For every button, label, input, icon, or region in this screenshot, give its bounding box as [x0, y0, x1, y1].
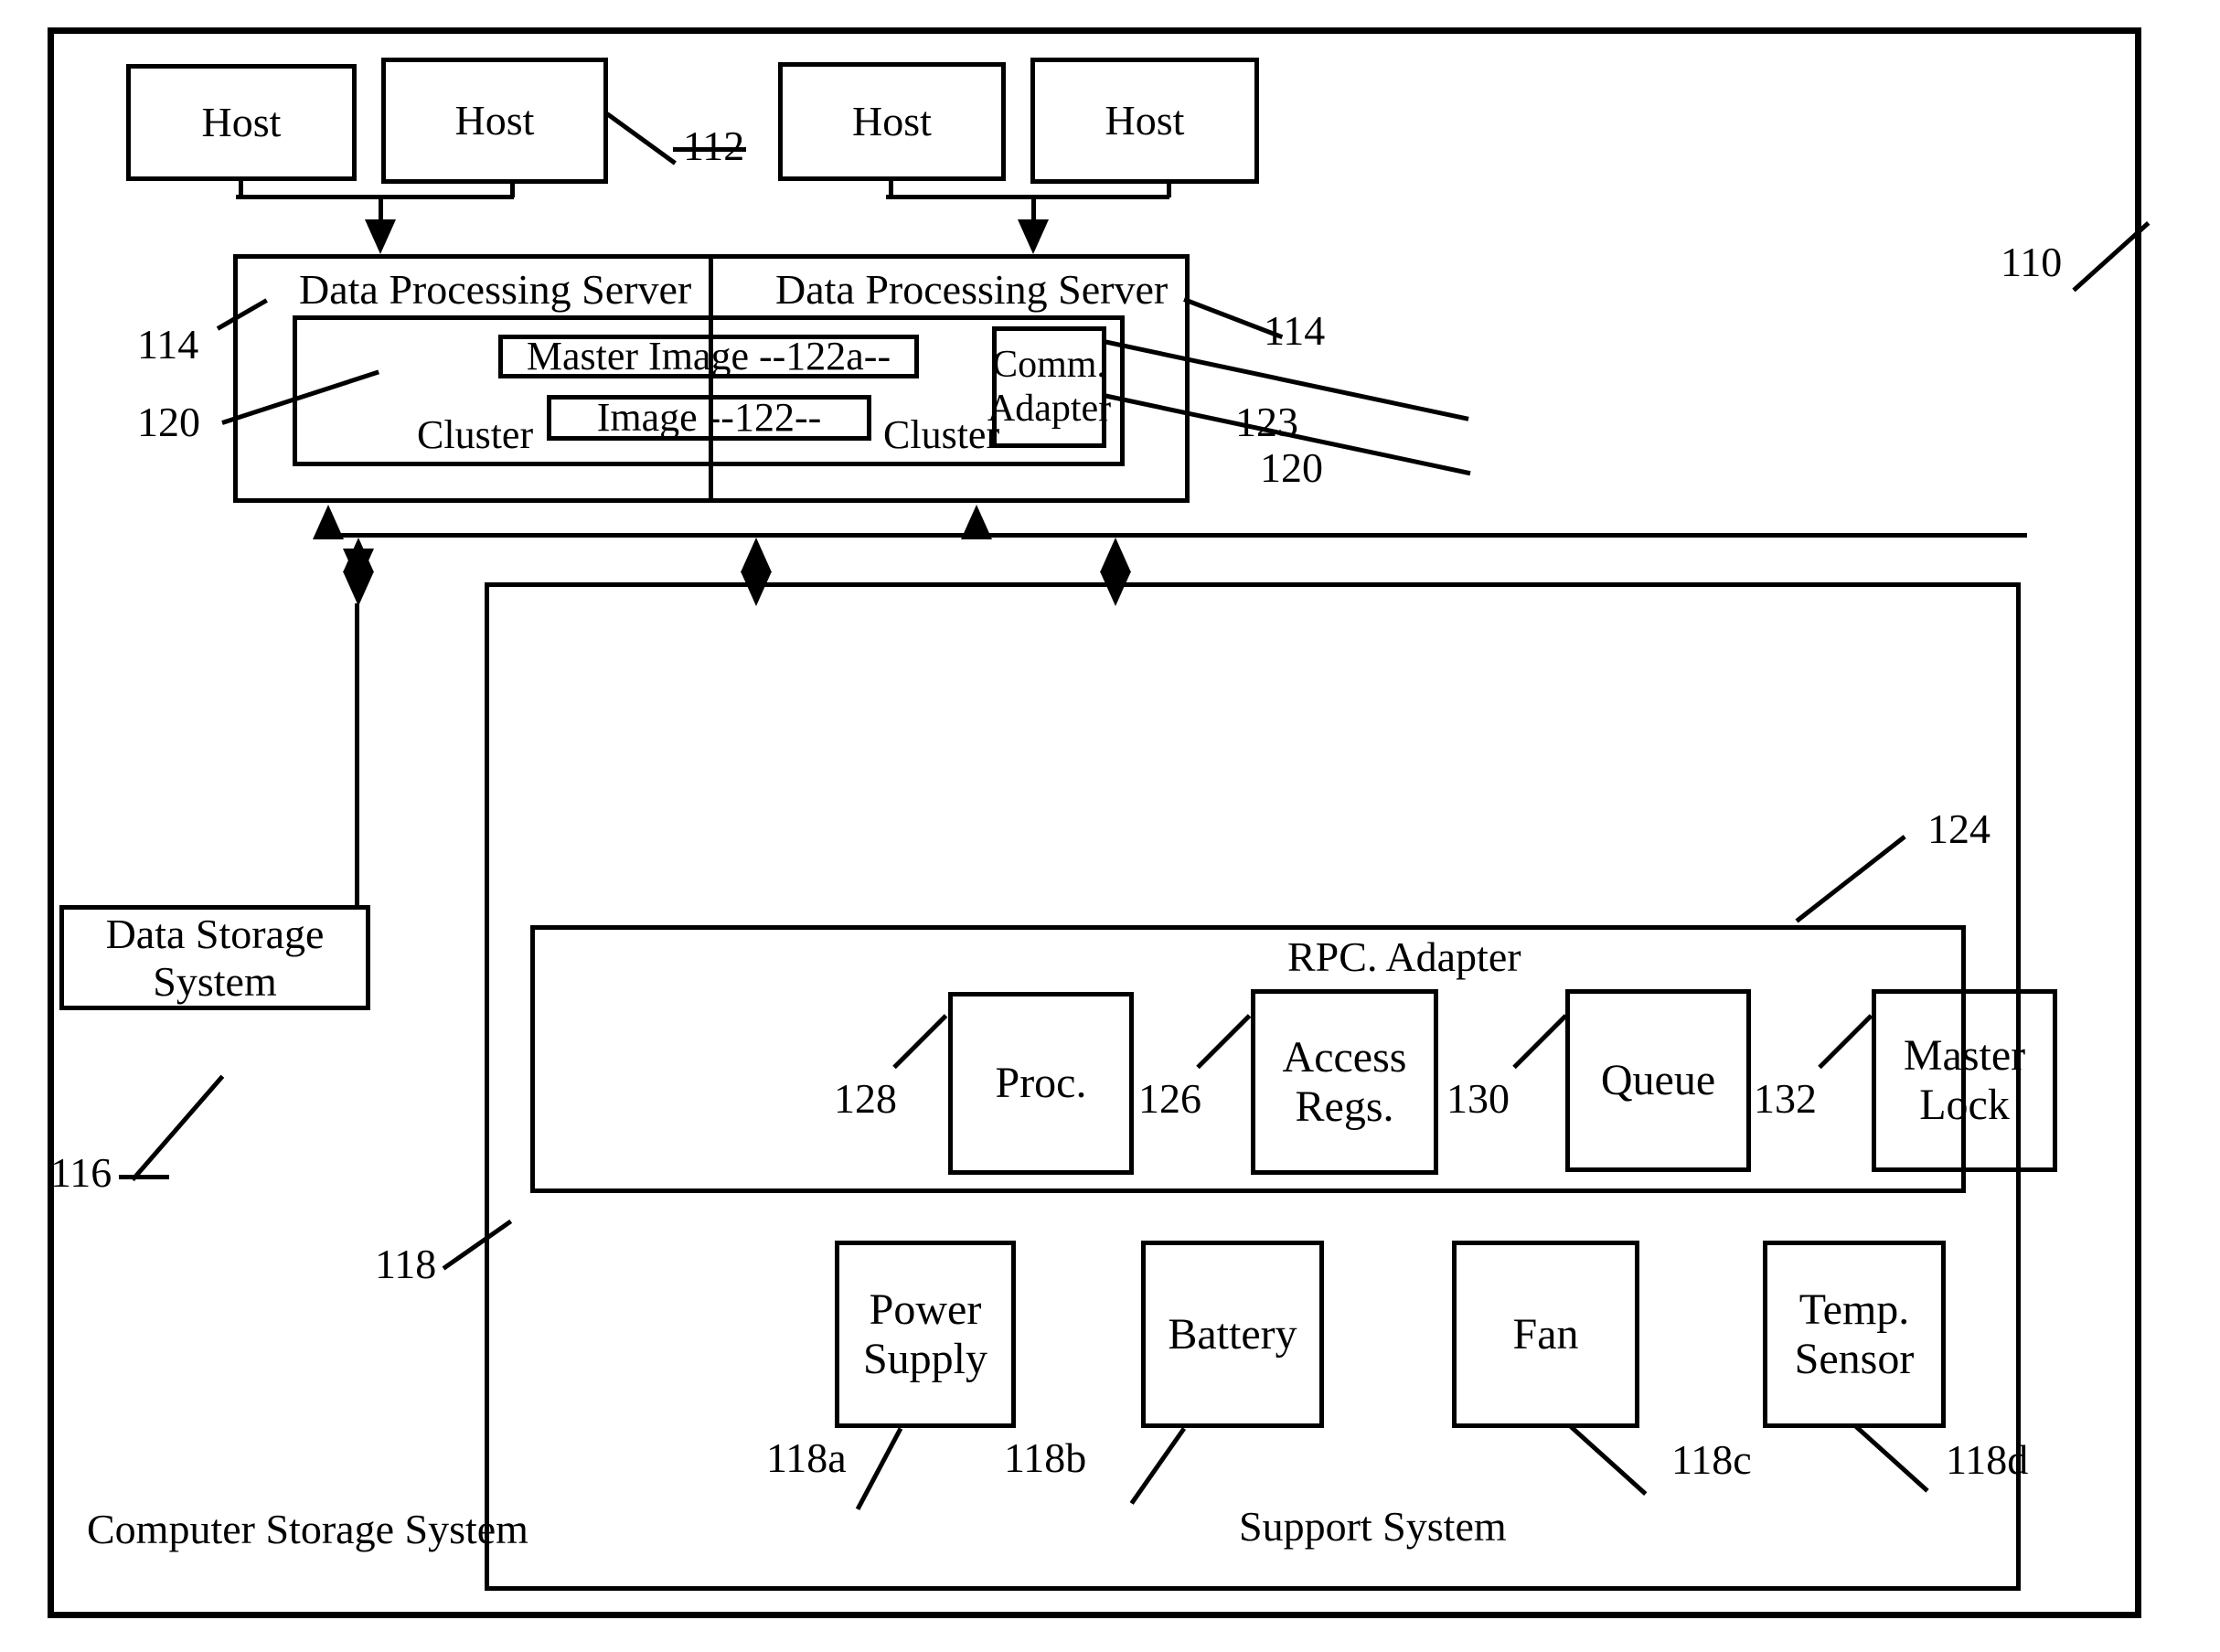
rpc-component-access-regs-box: Access Regs.	[1251, 989, 1438, 1175]
rpc-component-master-lock-box: Master Lock	[1872, 989, 2057, 1172]
host-label: Host	[201, 99, 282, 146]
device-temp-sensor-label-line1: Temp.	[1798, 1284, 1910, 1334]
cluster-label-right: Cluster	[883, 412, 1000, 457]
device-fan-label: Fan	[1512, 1309, 1579, 1359]
image-label: Image --122--	[596, 395, 822, 441]
image-box: Image --122--	[547, 395, 871, 441]
ref-128-label: 128	[834, 1075, 897, 1122]
data-processing-server-label-left: Data Processing Server	[299, 266, 692, 313]
device-power-supply-label-line2: Supply	[862, 1334, 988, 1383]
rpc-component-access-regs-label-line2: Regs.	[1295, 1082, 1394, 1131]
ref-114-right-label: 114	[1264, 307, 1326, 354]
device-fan-box: Fan	[1452, 1241, 1639, 1428]
device-battery-label: Battery	[1168, 1309, 1297, 1359]
host-box-2: Host	[381, 58, 608, 184]
ref-118c-label: 118c	[1671, 1436, 1752, 1483]
rpc-component-master-lock-label-line2: Lock	[1919, 1081, 2010, 1129]
ref-114-left-label: 114	[137, 321, 199, 368]
comm-adapter-box: Comm. Adapter	[987, 326, 1111, 448]
ref-112-label: 112	[683, 123, 745, 169]
server-support-bus	[325, 533, 2027, 538]
device-power-supply-label-line1: Power	[869, 1284, 982, 1334]
cluster-label-left: Cluster	[417, 412, 534, 457]
ref-126-label: 126	[1138, 1075, 1201, 1122]
rpc-adapter-label: RPC. Adapter	[1287, 933, 1521, 980]
device-temp-sensor-box: Temp. Sensor	[1763, 1241, 1946, 1428]
ref-132-label: 132	[1754, 1075, 1817, 1122]
right-host-bus	[886, 195, 1169, 199]
device-battery-box: Battery	[1141, 1241, 1324, 1428]
rpc-component-queue-box: Queue	[1565, 989, 1751, 1172]
ref-118-label: 118	[375, 1241, 437, 1287]
host-box-3: Host	[778, 62, 1006, 181]
host-label: Host	[852, 98, 932, 145]
data-storage-link-vertical	[355, 603, 359, 905]
host-box-4: Host	[1030, 58, 1259, 184]
left-bus-arrow-icon	[365, 219, 396, 254]
data-storage-system-box: Data Storage System	[59, 905, 370, 1010]
rpc-component-queue-label: Queue	[1600, 1056, 1716, 1105]
rpc-component-master-lock-label-line1: Master	[1903, 1031, 2026, 1081]
data-storage-system-label: Data Storage System	[105, 910, 325, 1005]
left-host-bus	[236, 195, 514, 199]
ref-130-label: 130	[1446, 1075, 1510, 1122]
master-image-box: Master Image --122a--	[498, 334, 919, 379]
right-bus-arrow-icon	[1018, 219, 1049, 254]
comm-adapter-label-line1: Comm.	[992, 344, 1106, 387]
ref-116-label: 116	[50, 1149, 112, 1196]
device-temp-sensor-label-line2: Sensor	[1794, 1334, 1915, 1383]
ref-118a-label: 118a	[766, 1434, 847, 1481]
rpc-component-proc-label: Proc.	[995, 1059, 1087, 1108]
master-image-label: Master Image --122a--	[526, 334, 891, 379]
ref-116-leader-horizontal	[119, 1175, 169, 1179]
ref-118b-label: 118b	[1004, 1434, 1087, 1481]
host-box-1: Host	[126, 64, 357, 181]
device-power-supply-box: Power Supply	[835, 1241, 1016, 1428]
comm-adapter-label-line2: Adapter	[987, 387, 1112, 430]
patent-figure-canvas: 110 Host Host Host Host 112 Data Process…	[0, 0, 2220, 1652]
rpc-component-proc-box: Proc.	[948, 992, 1134, 1175]
host-label: Host	[1105, 97, 1185, 144]
rpc-component-access-regs-label-line1: Access	[1282, 1032, 1407, 1082]
double-arrow-left-down2-icon	[343, 571, 374, 606]
support-system-label: Support System	[1239, 1503, 1507, 1550]
data-processing-server-label-right: Data Processing Server	[775, 266, 1169, 313]
host-label: Host	[454, 97, 535, 144]
computer-storage-system-label: Computer Storage System	[87, 1506, 528, 1552]
ref-110-label: 110	[2001, 239, 2063, 285]
ref-120-right-label: 120	[1260, 444, 1323, 491]
ref-124-label: 124	[1927, 805, 1991, 852]
ref-118d-label: 118d	[1946, 1436, 2029, 1483]
ref-120-left-label: 120	[137, 399, 200, 445]
